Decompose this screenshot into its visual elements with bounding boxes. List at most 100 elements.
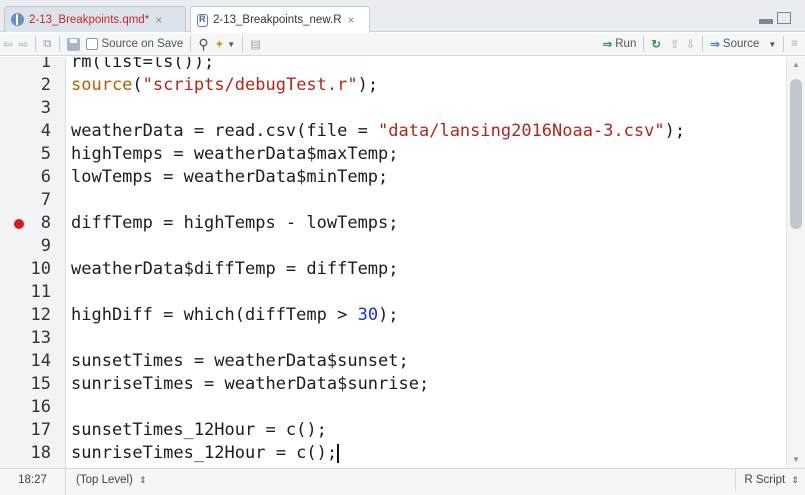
overflow-menu-icon[interactable]: ≡ [788,34,801,54]
code-line[interactable] [67,235,786,258]
toolbar-divider [190,36,192,52]
line-number[interactable]: 18 [11,442,51,465]
line-number[interactable]: 5 [11,143,51,166]
show-in-window-icon[interactable]: ⧉ [40,34,54,54]
document-outline-icon[interactable]: ▤ [247,34,264,54]
run-label: Run [615,38,637,50]
file-type-selector[interactable]: R Script ⇕ [735,469,799,491]
minimize-icon[interactable] [759,19,773,24]
source-on-save-checkbox[interactable] [85,38,98,50]
code-line[interactable]: highDiff = which(diffTemp > 30); [67,304,786,327]
code-text: sunriseTimes_12Hour = c(); [71,443,338,463]
file-type-label: R Script [744,474,786,486]
line-number[interactable]: 11 [11,281,51,304]
run-button[interactable]: ⇒ Run [600,34,640,54]
toolbar-divider [783,36,785,52]
editor-toolbar: ⇦ ⇨ ⧉ Source on Save ⚲ ✦ ▼ ▤ ⇒ Run ↻ ⇧ ⇩ … [0,33,805,56]
code-line[interactable]: sunsetTimes_12Hour = c(); [67,419,786,442]
run-arrow-icon: ⇒ [602,39,613,51]
chevron-down-icon: ▼ [768,39,777,49]
toolbar-divider [702,36,704,52]
code-line[interactable]: diffTemp = highTemps - lowTemps; [67,212,786,235]
tab-label: 2-13_Breakpoints.qmd* [29,13,150,26]
code-line[interactable]: highTemps = weatherData$maxTemp; [67,143,786,166]
code-text: sunsetTimes_12Hour = c(); [71,420,327,440]
rerun-button[interactable]: ↻ [648,34,667,54]
scope-label: (Top Level) [76,474,133,486]
line-number[interactable]: 1 [11,57,51,74]
code-text: lowTemps = weatherData$minTemp; [71,167,389,187]
save-icon [66,37,80,51]
code-editor[interactable]: 1 2 3 4 5 6 7 8 9 10 11 12 13 14 15 16 17 18 rm(list=ls()… [0,57,805,468]
quarto-file-icon [11,13,24,26]
scope-selector[interactable]: (Top Level) ⇕ [76,469,147,491]
code-line[interactable] [67,281,786,304]
line-number[interactable]: 4 [11,120,51,143]
cursor-position: 18:27 [0,469,66,495]
toolbar-divider [643,36,645,52]
code-text: rm(list=ls()); [71,57,215,72]
breakpoint-icon[interactable] [14,219,24,229]
code-area[interactable]: rm(list=ls()); source("scripts/debugTest.… [67,57,786,468]
close-icon[interactable]: × [155,13,162,27]
tab-breakpoints-new-r[interactable]: 2-13_Breakpoints_new.R × [190,6,370,33]
line-number[interactable]: 15 [11,373,51,396]
code-line[interactable] [67,97,786,120]
code-text: sunsetTimes = weatherData$sunset; [71,351,409,371]
code-line[interactable] [67,189,786,212]
r-file-icon [197,13,208,27]
text-cursor [336,444,339,463]
line-number[interactable]: 17 [11,419,51,442]
save-button[interactable] [64,34,83,54]
line-number[interactable]: 14 [11,350,51,373]
line-number[interactable]: 3 [11,97,51,120]
source-arrow-icon: ⇒ [710,39,720,51]
updown-chevron-icon: ⇕ [139,475,147,485]
line-number[interactable]: 10 [11,258,51,281]
code-line[interactable] [67,327,786,350]
code-text: diffTemp = highTemps - lowTemps; [71,213,399,233]
code-line[interactable]: source("scripts/debugTest.r"); [67,74,786,97]
code-line[interactable]: sunsetTimes = weatherData$sunset; [67,350,786,373]
code-text: highDiff = which(diffTemp > 30); [71,305,399,325]
source-on-save-label: Source on Save [101,38,184,50]
go-to-next-section-icon[interactable]: ⇩ [683,34,699,54]
line-number[interactable]: 13 [11,327,51,350]
search-icon[interactable]: ⚲ [195,34,211,54]
scroll-down-icon[interactable]: ▼ [787,452,805,468]
source-on-save-toggle[interactable]: Source on Save [83,34,187,54]
tab-label: 2-13_Breakpoints_new.R [213,14,342,26]
source-button[interactable]: ⇒ Source [707,34,762,54]
maximize-icon[interactable] [777,12,791,24]
back-icon[interactable]: ⇦ [0,34,16,54]
status-bar: 18:27 (Top Level) ⇕ R Script ⇕ [0,468,805,495]
line-number[interactable]: 9 [11,235,51,258]
code-line[interactable]: lowTemps = weatherData$minTemp; [67,166,786,189]
editor-tab-bar: 2-13_Breakpoints.qmd* × 2-13_Breakpoints… [0,0,805,33]
line-number[interactable]: 6 [11,166,51,189]
code-line[interactable]: weatherData = read.csv(file = "data/lans… [67,120,786,143]
line-number[interactable]: 7 [11,189,51,212]
toolbar-divider [242,36,244,52]
vertical-scrollbar[interactable]: ▲ ▼ [786,57,805,468]
scroll-up-icon[interactable]: ▲ [787,57,805,73]
code-line[interactable]: weatherData$diffTemp = diffTemp; [67,258,786,281]
magic-wand-icon: ✦ [214,39,225,51]
code-line[interactable]: sunriseTimes = weatherData$sunrise; [67,373,786,396]
code-line[interactable] [67,396,786,419]
scrollbar-thumb[interactable] [790,79,802,229]
line-number-gutter[interactable]: 1 2 3 4 5 6 7 8 9 10 11 12 13 14 15 16 17 18 [0,57,66,468]
source-label: Source [722,38,760,50]
source-options-dropdown[interactable]: ▼ [762,34,779,54]
close-icon[interactable]: × [348,13,355,27]
code-line[interactable]: rm(list=ls()); [67,57,786,74]
line-number[interactable]: 16 [11,396,51,419]
line-number[interactable]: 12 [11,304,51,327]
tab-breakpoints-qmd[interactable]: 2-13_Breakpoints.qmd* × [4,6,186,32]
code-tools-button[interactable]: ✦ ▼ [212,34,239,54]
forward-icon[interactable]: ⇨ [16,34,32,54]
go-to-previous-section-icon[interactable]: ⇧ [667,34,683,54]
code-line[interactable]: sunriseTimes_12Hour = c(); [67,442,786,465]
window-controls [759,12,791,24]
line-number[interactable]: 2 [11,74,51,97]
